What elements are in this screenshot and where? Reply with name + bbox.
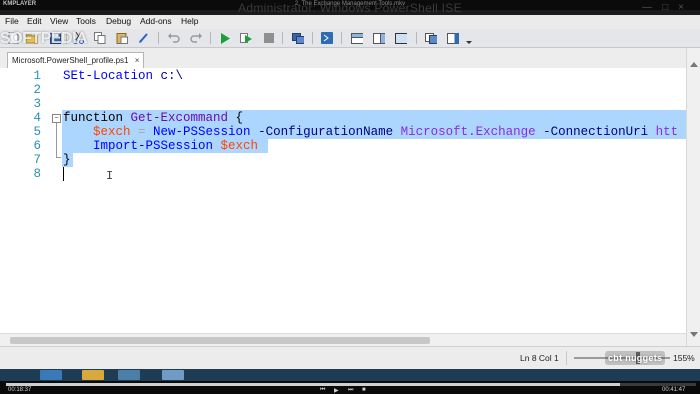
show-command-addon-icon[interactable] (447, 32, 459, 44)
code-line-7: } (63, 153, 71, 167)
status-bar: Ln 8 Col 1 155% (0, 346, 700, 370)
brace-token: { (228, 111, 244, 125)
menu-bar: File Edit View Tools Debug Add-ons Help (0, 15, 700, 29)
line-number: 7 (33, 153, 41, 167)
cmdlet-token: New-PSSession (153, 125, 251, 139)
menu-tools[interactable]: Tools (76, 16, 96, 26)
function-name-token: Get-Excommand (123, 111, 229, 125)
menu-addons[interactable]: Add-ons (140, 16, 172, 26)
ibeam-cursor-icon: I (106, 169, 114, 183)
taskbar-app-icon[interactable] (118, 370, 140, 380)
horizontal-scroll-thumb[interactable] (10, 337, 430, 344)
code-line-5: $exch = New-PSSession -ConfigurationName… (63, 125, 678, 139)
line-number: 3 (33, 97, 41, 111)
cmdlet-token: SEt-Location (63, 69, 154, 83)
minimize-icon[interactable]: — (642, 2, 662, 13)
code-line-4: function Get-Excommand { (63, 111, 243, 125)
menu-file[interactable]: File (5, 16, 19, 26)
line-number: 2 (33, 83, 41, 97)
clear-console-icon[interactable] (138, 32, 150, 44)
maximize-icon[interactable]: □ (662, 2, 678, 13)
window-controls[interactable]: —□× (642, 2, 694, 13)
cursor-position: Ln 8 Col 1 (520, 353, 559, 363)
menu-edit[interactable]: Edit (27, 16, 42, 26)
pane-right-icon[interactable] (373, 32, 385, 44)
window-title: Administrator: Windows PowerShell ISE (238, 2, 462, 15)
player-controls: 00:18:37 ⏮ ▶ ⏭ ■ 00:41:47 (0, 381, 700, 394)
horizontal-scrollbar[interactable] (0, 333, 686, 347)
cbt-nuggets-logo: cbt nuggets (605, 351, 666, 365)
toolbar-overflow-icon[interactable] (463, 35, 475, 47)
zoom-level: 155% (673, 353, 695, 363)
scroll-down-icon[interactable] (690, 324, 698, 342)
script-tab-strip: Microsoft.PowerShell_profile.ps1 × (0, 48, 700, 69)
prev-icon[interactable]: ⏮ (320, 387, 325, 394)
parameter-token: -ConfigurationName (250, 125, 394, 139)
fold-toggle-icon[interactable]: − (52, 114, 61, 123)
code-line-6: Import-PSSession $exch (63, 139, 258, 153)
seek-bar[interactable] (6, 383, 696, 386)
scroll-up-icon[interactable] (690, 54, 698, 72)
brace-token: } (63, 153, 71, 167)
run-script-icon[interactable] (219, 32, 231, 44)
line-number: 6 (33, 139, 41, 153)
current-time: 00:18:37 (8, 387, 32, 393)
tab-profile-script[interactable]: Microsoft.PowerShell_profile.ps1 × (7, 52, 145, 69)
argument-token: htt (648, 125, 679, 139)
vertical-scrollbar[interactable] (686, 48, 700, 346)
menu-debug[interactable]: Debug (106, 16, 131, 26)
cmdlet-token: Import-PSSession (93, 139, 214, 153)
new-remote-tab-icon[interactable] (292, 32, 304, 44)
stop-icon[interactable] (263, 32, 275, 44)
taskbar-powershell-icon[interactable] (162, 370, 184, 380)
pane-max-icon[interactable] (395, 32, 407, 44)
play-icon[interactable]: ▶ (334, 387, 339, 394)
start-powershell-icon[interactable] (321, 32, 333, 44)
fold-guide-end (56, 157, 61, 158)
next-icon[interactable]: ⏭ (348, 387, 353, 394)
redo-icon[interactable] (190, 32, 202, 44)
window-title-wrap: Administrator: Windows PowerShell ISE —□… (0, 2, 700, 16)
show-command-window-icon[interactable] (425, 32, 437, 44)
run-selection-icon[interactable] (240, 32, 252, 44)
argument-token: Microsoft.Exchange (393, 125, 536, 139)
taskbar-explorer-icon[interactable] (82, 370, 104, 380)
windows-taskbar (0, 369, 700, 381)
parameter-token: -ConnectionUri (535, 125, 649, 139)
tab-close-icon[interactable]: × (135, 56, 140, 65)
seek-progress (6, 383, 621, 386)
keyword-token: function (63, 111, 124, 125)
tab-filename: Microsoft.PowerShell_profile.ps1 (12, 56, 129, 65)
line-number: 8 (33, 167, 41, 181)
paste-icon[interactable] (116, 32, 128, 44)
close-icon[interactable]: × (678, 2, 694, 13)
softpedia-watermark: SOFTPEDIA (0, 30, 88, 47)
line-number: 4 (33, 111, 41, 125)
line-number: 5 (33, 125, 41, 139)
variable-token: $exch (93, 125, 131, 139)
operator-token: = (130, 125, 154, 139)
menu-help[interactable]: Help (181, 16, 198, 26)
copy-icon[interactable] (94, 32, 106, 44)
text-caret (63, 167, 64, 181)
script-editor[interactable]: 1 2 3 4 5 6 7 8 − SEt-Location c:\ funct… (0, 68, 686, 346)
stop-playback-icon[interactable]: ■ (362, 387, 366, 393)
code-line-1: SEt-Location c:\ (63, 69, 183, 83)
undo-icon[interactable] (168, 32, 180, 44)
menu-view[interactable]: View (50, 16, 68, 26)
line-number: 1 (33, 69, 41, 83)
variable-token: $exch (213, 139, 259, 153)
pane-top-icon[interactable] (351, 32, 363, 44)
total-time: 00:41:47 (662, 387, 686, 393)
fold-guide (56, 123, 57, 157)
taskbar-start-icon[interactable] (40, 370, 62, 380)
argument-token: c:\ (153, 69, 184, 83)
toolbar (0, 29, 700, 48)
